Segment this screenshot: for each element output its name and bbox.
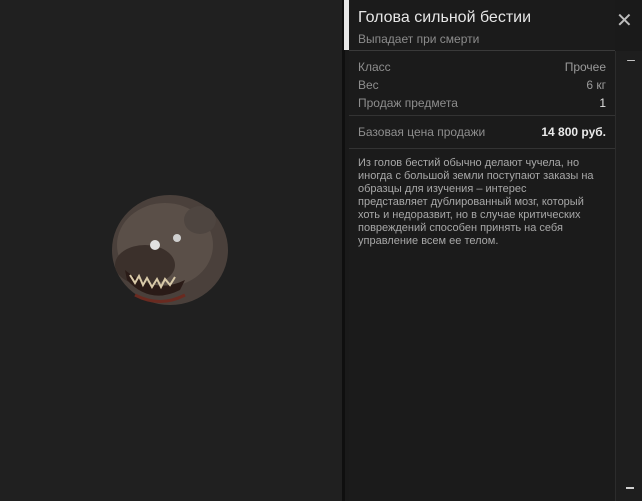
stat-label: Продаж предмета — [358, 96, 458, 110]
stat-value: Прочее — [564, 60, 606, 74]
scroll-end-marker — [626, 487, 634, 489]
item-subtitle: Выпадает при смерти — [358, 32, 480, 46]
beast-head-image — [112, 195, 228, 305]
price-value: 14 800 руб. — [541, 125, 606, 139]
stat-label: Вес — [358, 78, 379, 92]
panel-divider — [342, 0, 345, 501]
price-row: Базовая цена продажи 14 800 руб. — [349, 116, 615, 148]
stat-row-sales: Продаж предмета 1 — [358, 97, 606, 110]
scrollbar[interactable]: – — [615, 51, 642, 501]
stat-value: 1 — [599, 96, 606, 110]
price-label: Базовая цена продажи — [358, 125, 486, 139]
item-header: Голова сильной бестии Выпадает при смерт… — [349, 0, 615, 51]
item-stats: Класс Прочее Вес 6 кг Продаж предмета 1 — [349, 51, 615, 110]
stat-label: Класс — [358, 60, 391, 74]
stat-value: 6 кг — [586, 78, 606, 92]
item-title: Голова сильной бестии — [358, 9, 532, 26]
item-details-panel: Голова сильной бестии Выпадает при смерт… — [349, 0, 615, 501]
item-preview — [0, 0, 342, 501]
stat-row-class: Класс Прочее — [358, 61, 606, 74]
minus-icon[interactable]: – — [626, 52, 636, 66]
item-description: Из голов бестий обычно делают чучела, но… — [358, 157, 594, 247]
stat-row-weight: Вес 6 кг — [358, 79, 606, 92]
close-icon[interactable]: ✕ — [616, 11, 633, 31]
